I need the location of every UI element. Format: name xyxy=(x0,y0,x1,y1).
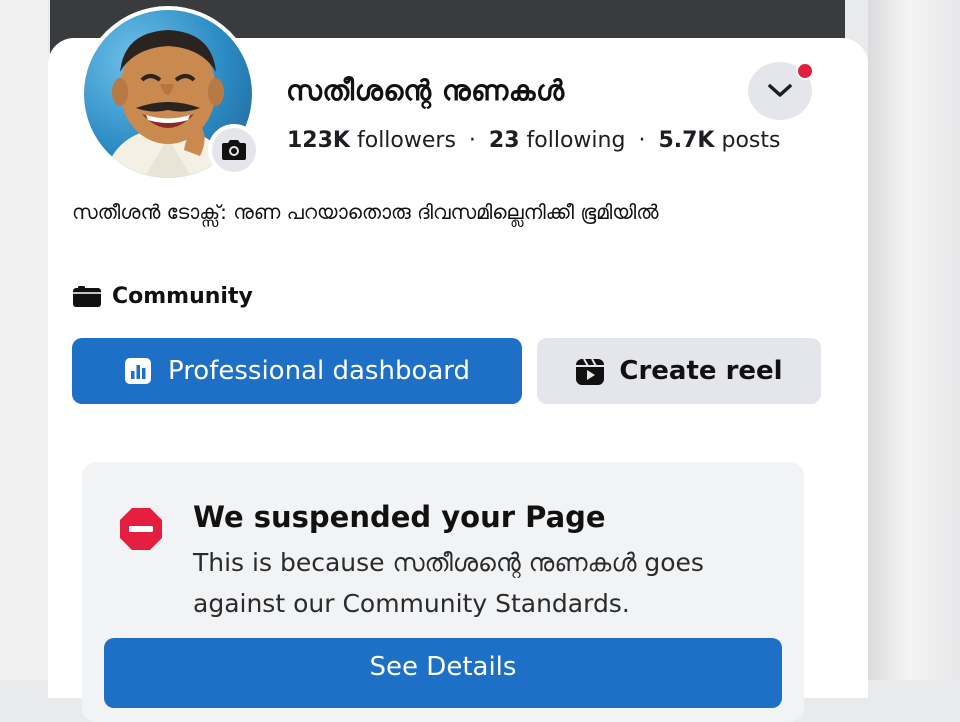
camera-icon xyxy=(222,140,246,160)
no-entry-icon xyxy=(120,508,162,550)
create-reel-label: Create reel xyxy=(619,356,783,386)
see-details-label: See Details xyxy=(369,652,517,682)
professional-dashboard-button[interactable]: Professional dashboard xyxy=(72,338,522,404)
suspension-message: This is because സതീശന്റെ നുണകൾ goes agai… xyxy=(193,548,704,618)
posts-label[interactable]: posts xyxy=(721,128,780,153)
posts-count[interactable]: 5.7K xyxy=(658,128,714,153)
page-category: Community xyxy=(72,284,253,309)
create-reel-button[interactable]: Create reel xyxy=(537,338,821,404)
change-photo-button[interactable] xyxy=(208,124,260,176)
stats-separator: · xyxy=(638,128,646,153)
category-icon xyxy=(73,285,101,307)
see-details-button[interactable]: See Details xyxy=(104,638,782,708)
category-label: Community xyxy=(112,284,253,309)
page-title: സതീശന്റെ നുണകൾ xyxy=(286,74,565,107)
background-right xyxy=(868,0,960,680)
page-bio: സതീശൻ ടോക്സ്: നുണ പറയാതൊരു ദിവസമില്ലെനിക… xyxy=(72,200,659,224)
following-label[interactable]: following xyxy=(527,128,626,153)
notification-dot xyxy=(796,62,814,80)
stats-separator: · xyxy=(468,128,476,153)
professional-dashboard-label: Professional dashboard xyxy=(167,356,471,386)
background-left xyxy=(0,0,48,680)
reel-icon xyxy=(576,358,605,385)
chevron-down-icon xyxy=(768,84,792,97)
suspension-title: We suspended your Page xyxy=(193,500,606,534)
bar-chart-icon xyxy=(124,358,151,384)
following-count[interactable]: 23 xyxy=(489,128,520,153)
followers-label[interactable]: followers xyxy=(357,128,456,153)
page-stats: 123K followers · 23 following · 5.7K pos… xyxy=(287,128,780,153)
followers-count[interactable]: 123K xyxy=(287,128,350,153)
